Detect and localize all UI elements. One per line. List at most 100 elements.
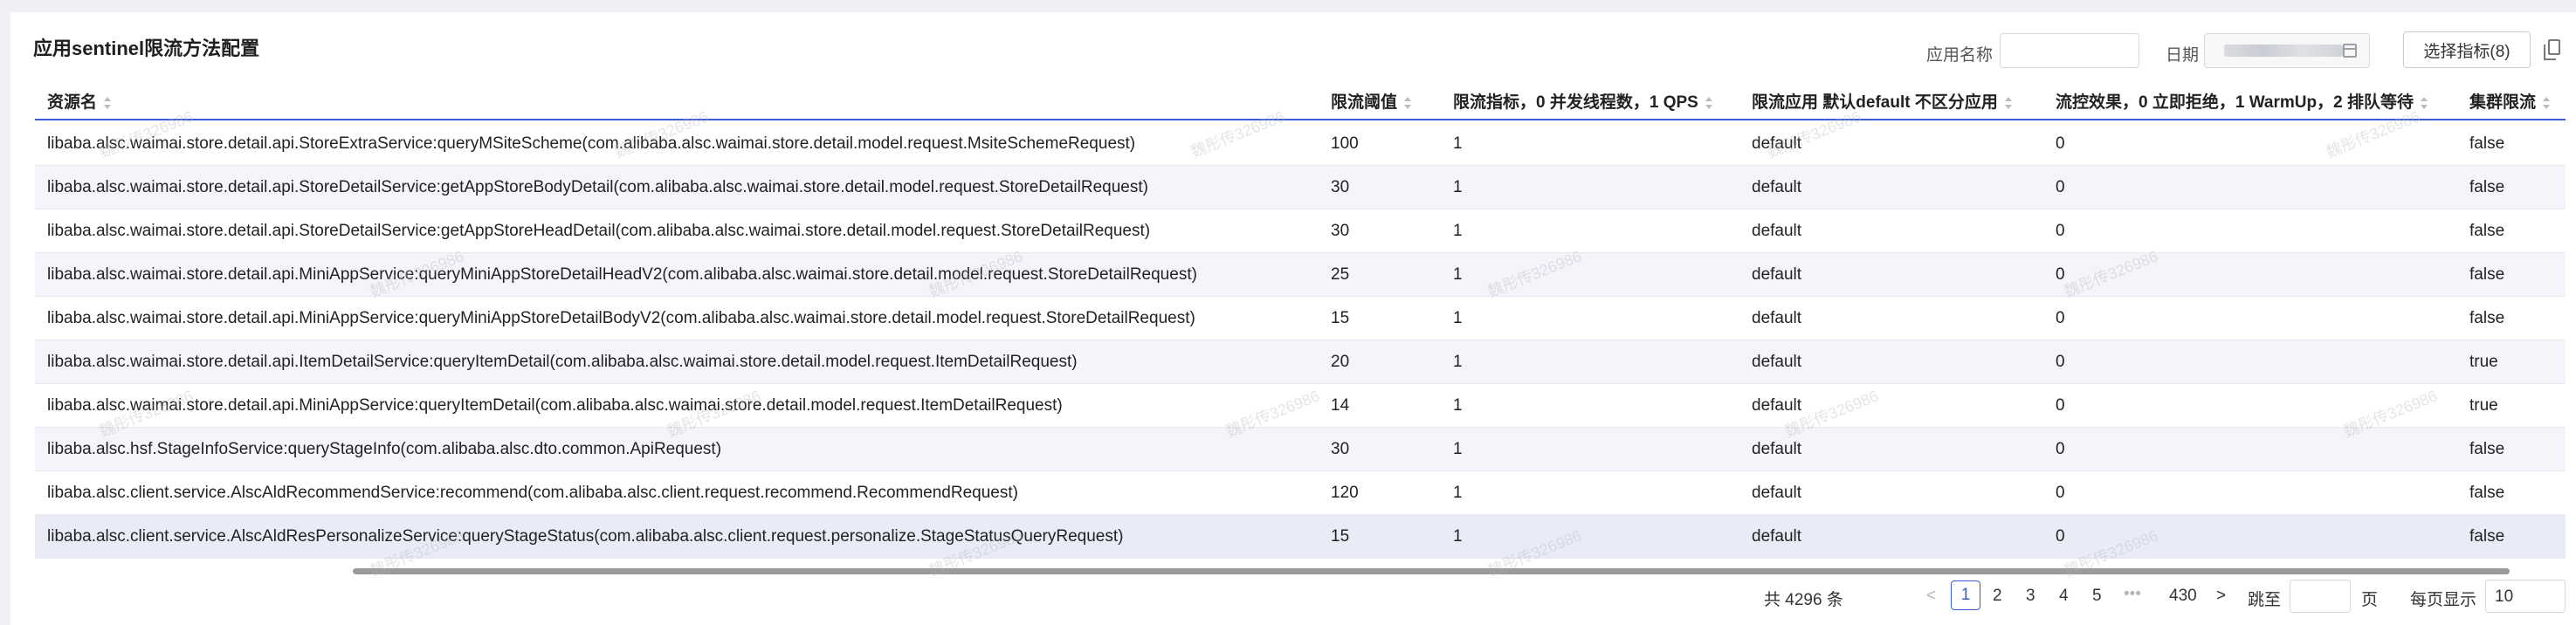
total-count: 共 4296 条 [1764, 591, 1843, 609]
table-row[interactable]: libaba.alsc.client.service.AlscAldRecomm… [35, 471, 2566, 515]
cluster-mode-cell: false [2469, 484, 2505, 502]
table-row[interactable]: libaba.alsc.waimai.store.detail.api.Stor… [35, 166, 2566, 209]
threshold-cell: 25 [1331, 265, 1350, 284]
cluster-mode-cell: false [2469, 527, 2505, 546]
threshold-cell: 15 [1331, 309, 1350, 327]
limit-app-cell: default [1752, 353, 1802, 371]
header-metric[interactable]: 限流指标，0 并发线程数，1 QPS [1453, 89, 1712, 113]
table-header: 资源名 限流阈值 限流指标，0 并发线程数，1 QPS 限流应用 默认defau… [35, 77, 2566, 120]
cluster-mode-cell: true [2469, 396, 2498, 415]
page-2[interactable]: 2 [1993, 587, 2002, 606]
horizontal-scrollbar[interactable] [353, 568, 2510, 574]
metric-cell: 1 [1453, 353, 1463, 371]
metric-cell: 1 [1453, 527, 1463, 546]
limit-app-cell: default [1752, 265, 1802, 284]
metric-cell: 1 [1453, 178, 1463, 196]
table-body: libaba.alsc.waimai.store.detail.api.Stor… [35, 122, 2566, 559]
cluster-mode-cell: false [2469, 265, 2505, 284]
date-label: 日期 [2166, 46, 2200, 65]
goto-page-input[interactable] [2290, 580, 2351, 613]
threshold-cell: 15 [1331, 527, 1350, 546]
sort-icon[interactable] [104, 96, 112, 109]
resource-name-cell: libaba.alsc.waimai.store.detail.api.Item… [47, 353, 1078, 371]
table-row[interactable]: libaba.alsc.waimai.store.detail.api.Stor… [35, 122, 2566, 166]
control-behavior-cell: 0 [2056, 178, 2065, 196]
sort-icon[interactable] [2543, 96, 2551, 109]
header-control-behavior[interactable]: 流控效果，0 立即拒绝，1 WarmUp，2 排队等待 [2056, 89, 2428, 113]
control-behavior-cell: 0 [2056, 396, 2065, 415]
header-cluster-mode[interactable]: 集群限流 [2469, 89, 2551, 113]
page-size-label: 每页显示 [2410, 591, 2477, 609]
limit-app-cell: default [1752, 527, 1802, 546]
header-resource-name[interactable]: 资源名 [47, 89, 112, 113]
sort-icon[interactable] [1705, 96, 1712, 109]
table-row[interactable]: libaba.alsc.waimai.store.detail.api.Mini… [35, 253, 2566, 297]
table-row[interactable]: libaba.alsc.client.service.AlscAldResPer… [35, 515, 2566, 559]
date-value-redacted [2224, 45, 2343, 57]
threshold-cell: 20 [1331, 353, 1350, 371]
select-metrics-button[interactable]: 选择指标(8) [2403, 31, 2531, 68]
threshold-cell: 100 [1331, 134, 1359, 153]
resource-name-cell: libaba.alsc.client.service.AlscAldResPer… [47, 527, 1124, 546]
table-row[interactable]: libaba.alsc.waimai.store.detail.api.Mini… [35, 297, 2566, 340]
threshold-cell: 30 [1331, 222, 1350, 240]
page-4[interactable]: 4 [2059, 587, 2069, 606]
cluster-mode-cell: false [2469, 222, 2505, 240]
threshold-cell: 14 [1331, 396, 1350, 415]
limit-app-cell: default [1752, 178, 1802, 196]
resource-name-cell: libaba.alsc.waimai.store.detail.api.Stor… [47, 178, 1148, 196]
control-behavior-cell: 0 [2056, 222, 2065, 240]
threshold-cell: 30 [1331, 178, 1350, 196]
prev-page-button[interactable]: < [1926, 587, 1936, 606]
resource-name-cell: libaba.alsc.client.service.AlscAldRecomm… [47, 484, 1018, 502]
goto-label: 跳至 [2248, 591, 2282, 609]
resource-name-cell: libaba.alsc.hsf.StageInfoService:querySt… [47, 440, 722, 458]
resource-name-cell: libaba.alsc.waimai.store.detail.api.Mini… [47, 265, 1197, 284]
more-pages-ellipsis[interactable]: ••• [2124, 585, 2141, 604]
page-1[interactable]: 1 [1951, 580, 1980, 610]
control-behavior-cell: 0 [2056, 440, 2065, 458]
table-row[interactable]: libaba.alsc.waimai.store.detail.api.Mini… [35, 384, 2566, 428]
last-page[interactable]: 430 [2169, 587, 2197, 606]
cluster-mode-cell: false [2469, 178, 2505, 196]
limit-app-cell: default [1752, 309, 1802, 327]
metric-cell: 1 [1453, 309, 1463, 327]
metric-cell: 1 [1453, 484, 1463, 502]
cluster-mode-cell: true [2469, 353, 2498, 371]
metric-cell: 1 [1453, 134, 1463, 153]
sort-icon[interactable] [2420, 96, 2428, 109]
header-limit-app[interactable]: 限流应用 默认default 不区分应用 [1752, 89, 2012, 113]
page-title: 应用sentinel限流方法配置 [33, 38, 260, 59]
table-row[interactable]: libaba.alsc.waimai.store.detail.api.Stor… [35, 209, 2566, 253]
resource-name-cell: libaba.alsc.waimai.store.detail.api.Stor… [47, 222, 1151, 240]
copy-icon[interactable] [2544, 39, 2560, 60]
control-behavior-cell: 0 [2056, 527, 2065, 546]
next-page-button[interactable]: > [2216, 587, 2226, 606]
page-3[interactable]: 3 [2026, 587, 2035, 606]
header-threshold[interactable]: 限流阈值 [1331, 89, 1412, 113]
app-name-input[interactable] [2000, 33, 2139, 68]
limit-app-cell: default [1752, 134, 1802, 153]
sort-icon[interactable] [2004, 96, 2012, 109]
cluster-mode-cell: false [2469, 440, 2505, 458]
table-row[interactable]: libaba.alsc.hsf.StageInfoService:querySt… [35, 428, 2566, 471]
metric-cell: 1 [1453, 222, 1463, 240]
page-5[interactable]: 5 [2092, 587, 2102, 606]
page-size-select[interactable]: 10 [2485, 580, 2566, 613]
table-row[interactable]: libaba.alsc.waimai.store.detail.api.Item… [35, 340, 2566, 384]
metric-cell: 1 [1453, 440, 1463, 458]
sort-icon[interactable] [1404, 96, 1412, 109]
page-unit-label: 页 [2361, 591, 2379, 609]
calendar-icon [2343, 44, 2357, 58]
control-behavior-cell: 0 [2056, 134, 2065, 153]
resource-name-cell: libaba.alsc.waimai.store.detail.api.Mini… [47, 309, 1195, 327]
cluster-mode-cell: false [2469, 309, 2505, 327]
limit-app-cell: default [1752, 440, 1802, 458]
threshold-cell: 120 [1331, 484, 1359, 502]
limit-app-cell: default [1752, 484, 1802, 502]
control-behavior-cell: 0 [2056, 265, 2065, 284]
control-behavior-cell: 0 [2056, 353, 2065, 371]
date-picker[interactable] [2204, 33, 2370, 68]
limit-app-cell: default [1752, 396, 1802, 415]
resource-name-cell: libaba.alsc.waimai.store.detail.api.Mini… [47, 396, 1063, 415]
